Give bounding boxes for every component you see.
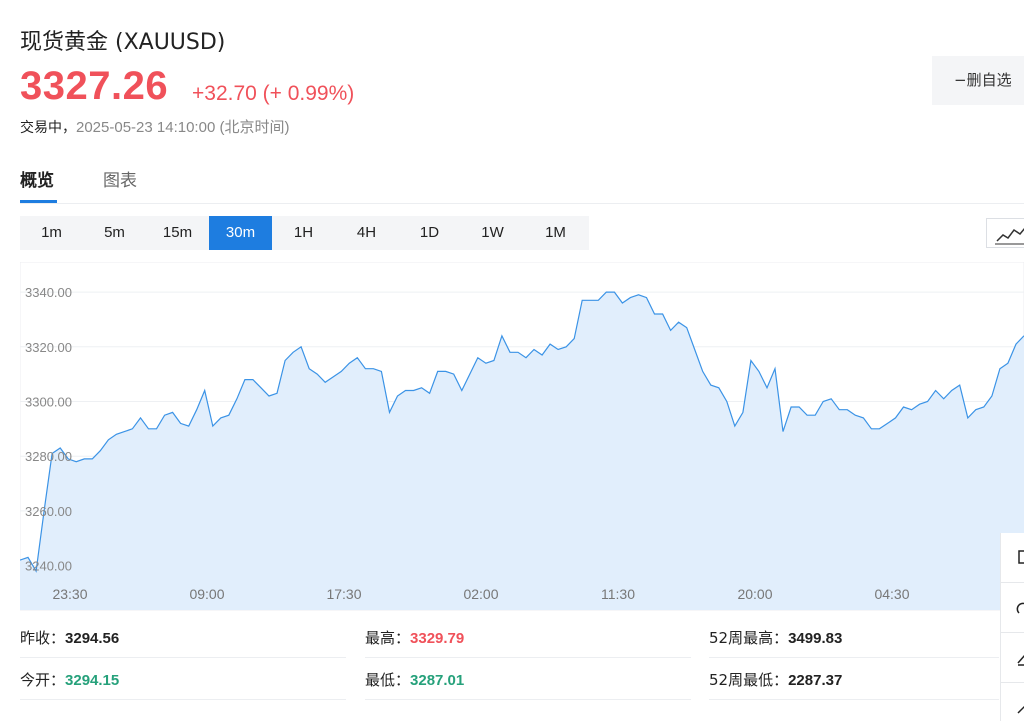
side-toolbar (1000, 533, 1024, 721)
y-tick-label: 3280.00 (25, 449, 72, 464)
x-tick-label: 02:00 (463, 586, 498, 602)
chart-type-button[interactable] (986, 218, 1024, 248)
x-tick-label: 11:30 (601, 586, 635, 602)
stat-value: 3294.15 (65, 672, 120, 689)
active-tab-indicator (20, 200, 57, 203)
tab-overview[interactable]: 概览 (20, 166, 54, 191)
quote-timestamp: 2025-05-23 14:10:00 (北京时间) (76, 119, 290, 136)
period-30m[interactable]: 30m (209, 216, 272, 250)
x-tick-label: 17:30 (326, 586, 361, 602)
period-5m[interactable]: 5m (83, 216, 146, 250)
period-4h[interactable]: 4H (335, 216, 398, 250)
price-chart[interactable]: 3340.00 3320.00 3300.00 3280.00 3260.00 3240.… (20, 262, 1024, 612)
stat-label: 最低： (365, 671, 411, 689)
line-chart-icon (995, 228, 1024, 245)
stat-value: 3294.56 (65, 630, 120, 647)
period-1h[interactable]: 1H (272, 216, 335, 250)
stat-label: 今开： (20, 671, 66, 689)
x-tick-label: 04:30 (874, 586, 909, 602)
price-change: +32.70 (+ 0.99%) (192, 82, 355, 105)
period-selector: 1m 5m 15m 30m 1H 4H 1D 1W 1M (20, 216, 589, 250)
stat-value: 3499.83 (788, 630, 843, 647)
status-label: 交易中， (20, 120, 76, 136)
side-tool-1[interactable] (1001, 533, 1024, 583)
y-tick-label: 3300.00 (25, 394, 72, 409)
side-tool-icon (1018, 550, 1024, 564)
stat-high: 最高：3329.79 (365, 618, 691, 658)
remove-watchlist-button[interactable]: −删自选 (932, 56, 1024, 105)
period-1mo[interactable]: 1M (524, 216, 587, 250)
side-tool-icon (1017, 705, 1024, 714)
stat-low: 最低：3287.01 (365, 660, 691, 700)
x-tick-label: 09:00 (189, 586, 224, 602)
tab-bar: 概览 图表 (20, 162, 1024, 204)
stat-value: 3329.79 (410, 630, 465, 647)
side-tool-4[interactable] (1001, 683, 1024, 721)
period-1m[interactable]: 1m (20, 216, 83, 250)
y-tick-label: 3260.00 (25, 504, 72, 519)
minus-icon: − (954, 71, 967, 89)
side-tool-3[interactable] (1001, 633, 1024, 683)
side-tool-icon (1017, 655, 1024, 666)
stat-value: 3287.01 (410, 672, 465, 689)
side-tool-icon (1016, 602, 1024, 614)
stat-label: 昨收： (20, 629, 66, 647)
quote-stats: 昨收：3294.56 最高：3329.79 52周最高：3499.83 今开：3… (20, 618, 1000, 718)
y-tick-label: 3240.00 (25, 559, 72, 574)
stat-value: 2287.37 (788, 672, 843, 689)
remove-watchlist-label: 删自选 (966, 71, 1012, 89)
stat-label: 52周最高： (709, 629, 789, 647)
trading-status: 交易中，2025-05-23 14:10:00 (北京时间) (20, 116, 289, 137)
side-tool-2[interactable] (1001, 583, 1024, 633)
stat-label: 最高： (365, 629, 411, 647)
instrument-title: 现货黄金 (XAUUSD) (20, 30, 226, 55)
current-price: 3327.26 (20, 64, 169, 108)
stat-52w-low: 52周最低：2287.37 (709, 660, 999, 700)
x-tick-label: 23:30 (52, 586, 87, 602)
stat-label: 52周最低： (709, 671, 789, 689)
period-1d[interactable]: 1D (398, 216, 461, 250)
stat-prev-close: 昨收：3294.56 (20, 618, 346, 658)
period-15m[interactable]: 15m (146, 216, 209, 250)
chart-svg: 3340.00 3320.00 3300.00 3280.00 3260.00 3240.… (20, 262, 1024, 611)
tab-chart[interactable]: 图表 (103, 166, 137, 191)
period-1w[interactable]: 1W (461, 216, 524, 250)
y-tick-label: 3320.00 (25, 340, 72, 355)
x-tick-label: 20:00 (737, 586, 772, 602)
y-tick-label: 3340.00 (25, 285, 72, 300)
stat-52w-high: 52周最高：3499.83 (709, 618, 999, 658)
stat-open: 今开：3294.15 (20, 660, 346, 700)
